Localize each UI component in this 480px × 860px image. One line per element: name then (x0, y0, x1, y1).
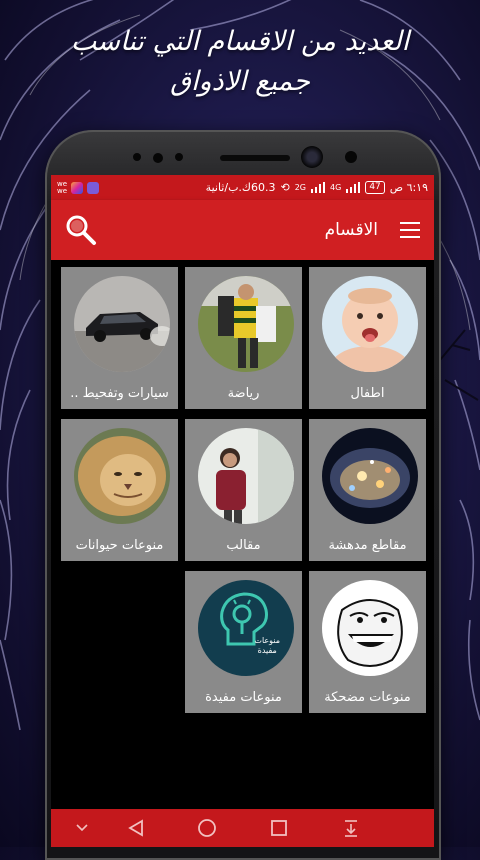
category-label: منوعات مضحكة (324, 690, 411, 705)
back-button[interactable] (121, 809, 151, 847)
category-label: اطفال (350, 386, 385, 401)
chevron-down-icon (76, 824, 88, 832)
signal-icon (311, 182, 326, 193)
useful-icon-text: منوعات مفيدة (254, 636, 280, 655)
notification-app-icon (87, 181, 100, 194)
phone-sensor (133, 153, 141, 161)
status-bar-notifications: we we (57, 179, 100, 195)
baby-face-icon (322, 276, 418, 372)
status-bar-system: 60.3ك.ب/ثانية ⟲ 2G 4G 47 ٦:١٩ ص (206, 181, 428, 194)
category-label: منوعات مفيدة (205, 690, 282, 705)
city-lights-icon (322, 428, 418, 524)
pull-down-icon (345, 820, 357, 837)
app-screen: we we 60.3ك.ب/ثانية ⟲ 2G 4G 47 ٦:١٩ ص ال… (51, 175, 434, 847)
network-type: 2G (294, 183, 307, 192)
recents-button[interactable] (264, 809, 294, 847)
promo-headline: العديد من الاقسام التي تناسب جميع الاذوا… (0, 22, 480, 102)
system-navigation-bar (51, 809, 434, 847)
home-button[interactable] (192, 809, 222, 847)
category-card-amazing-clips[interactable]: مقاطع مدهشة (309, 419, 426, 561)
status-bar: we we 60.3ك.ب/ثانية ⟲ 2G 4G 47 ٦:١٩ ص (51, 175, 434, 200)
category-label: سيارات وتفحيط .. (70, 386, 169, 401)
signal-type: 4G (330, 183, 342, 192)
prank-person-icon (198, 428, 294, 524)
promo-line-1: العديد من الاقسام التي تناسب (70, 26, 410, 57)
phone-sensor (175, 153, 183, 161)
signal-icon (346, 182, 361, 193)
search-icon (66, 215, 96, 245)
lion-icon (74, 428, 170, 524)
phone-sensor (153, 153, 163, 163)
hide-nav-button[interactable] (69, 809, 95, 847)
phone-speaker (220, 155, 290, 161)
search-button[interactable] (65, 214, 97, 246)
sync-icon: ⟲ (280, 181, 290, 194)
home-circle-icon (198, 819, 216, 837)
category-label: مقالب (226, 538, 261, 553)
category-label: منوعات حيوانات (75, 538, 164, 553)
category-card-funny[interactable]: منوعات مضحكة (309, 571, 426, 713)
category-card-animals[interactable]: منوعات حيوانات (61, 419, 178, 561)
recents-square-icon (271, 820, 287, 836)
category-card-pranks[interactable]: مقالب (185, 419, 302, 561)
category-card-cars[interactable]: سيارات وتفحيط .. (61, 267, 178, 409)
phone-sensor (345, 151, 357, 163)
category-label: رياضة (227, 386, 260, 401)
status-time: ٦:١٩ ص (389, 181, 428, 194)
rugby-players-icon (198, 276, 294, 372)
category-card-sports[interactable]: رياضة (185, 267, 302, 409)
category-label: مقاطع مدهشة (328, 538, 407, 553)
category-card-kids[interactable]: اطفال (309, 267, 426, 409)
category-card-useful[interactable]: منوعات مفيدة منوعات مفيدة (185, 571, 302, 713)
notifications-pull-button[interactable] (336, 809, 366, 847)
back-triangle-icon (128, 819, 143, 837)
troll-face-icon (322, 580, 418, 676)
instagram-icon (71, 181, 84, 194)
hamburger-menu-icon[interactable] (400, 222, 422, 238)
promo-line-2: جميع الاذواق (170, 66, 310, 97)
battery-indicator: 47 (365, 181, 385, 194)
phone-camera (301, 146, 323, 168)
page-title: الاقسام (324, 220, 378, 240)
app-toolbar: الاقسام (51, 200, 434, 260)
lightbulb-head-icon: منوعات مفيدة (198, 580, 294, 676)
we-icon: we we (57, 179, 68, 195)
network-speed: 60.3ك.ب/ثانية (205, 181, 276, 194)
drifting-car-icon (74, 276, 170, 372)
